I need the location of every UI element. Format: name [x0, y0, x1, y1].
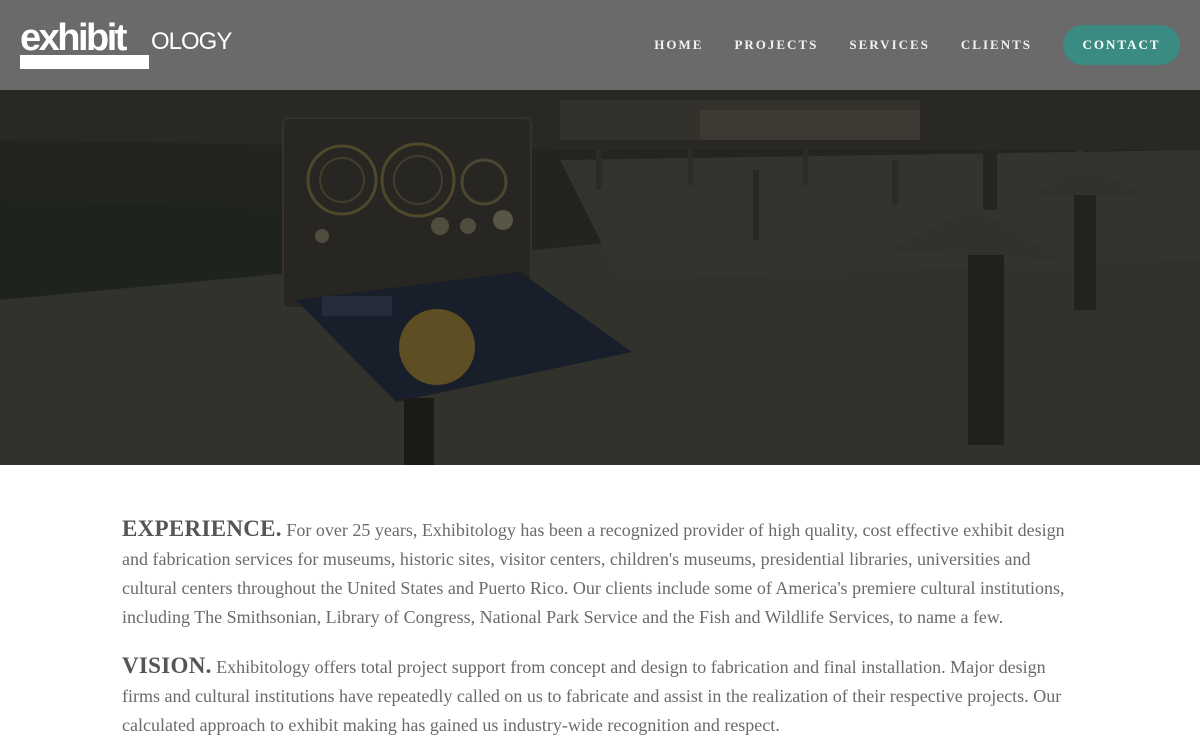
nav-services[interactable]: SERVICES [849, 37, 930, 53]
intro-content: EXPERIENCE. For over 25 years, Exhibitol… [122, 514, 1082, 750]
vision-body: Exhibitology offers total project suppor… [122, 657, 1062, 735]
contact-button[interactable]: CONTACT [1063, 25, 1180, 65]
logo-wordmark-thin: ology [151, 28, 232, 55]
vision-paragraph: VISION. Exhibitology offers total projec… [122, 651, 1082, 740]
site-logo[interactable]: exhibit ology [20, 18, 235, 72]
nav-projects[interactable]: PROJECTS [734, 37, 818, 53]
vision-heading: VISION. [122, 653, 212, 678]
experience-heading: EXPERIENCE. [122, 516, 282, 541]
logo-underline-bar [20, 55, 149, 69]
logo-wordmark-bold: exhibit [20, 17, 127, 59]
experience-paragraph: EXPERIENCE. For over 25 years, Exhibitol… [122, 514, 1082, 632]
main-nav: HOME PROJECTS SERVICES CLIENTS CONTACT [654, 0, 1200, 90]
nav-home[interactable]: HOME [654, 37, 703, 53]
site-header: exhibit ology HOME PROJECTS SERVICES CLI… [0, 0, 1200, 90]
nav-clients[interactable]: CLIENTS [961, 37, 1032, 53]
